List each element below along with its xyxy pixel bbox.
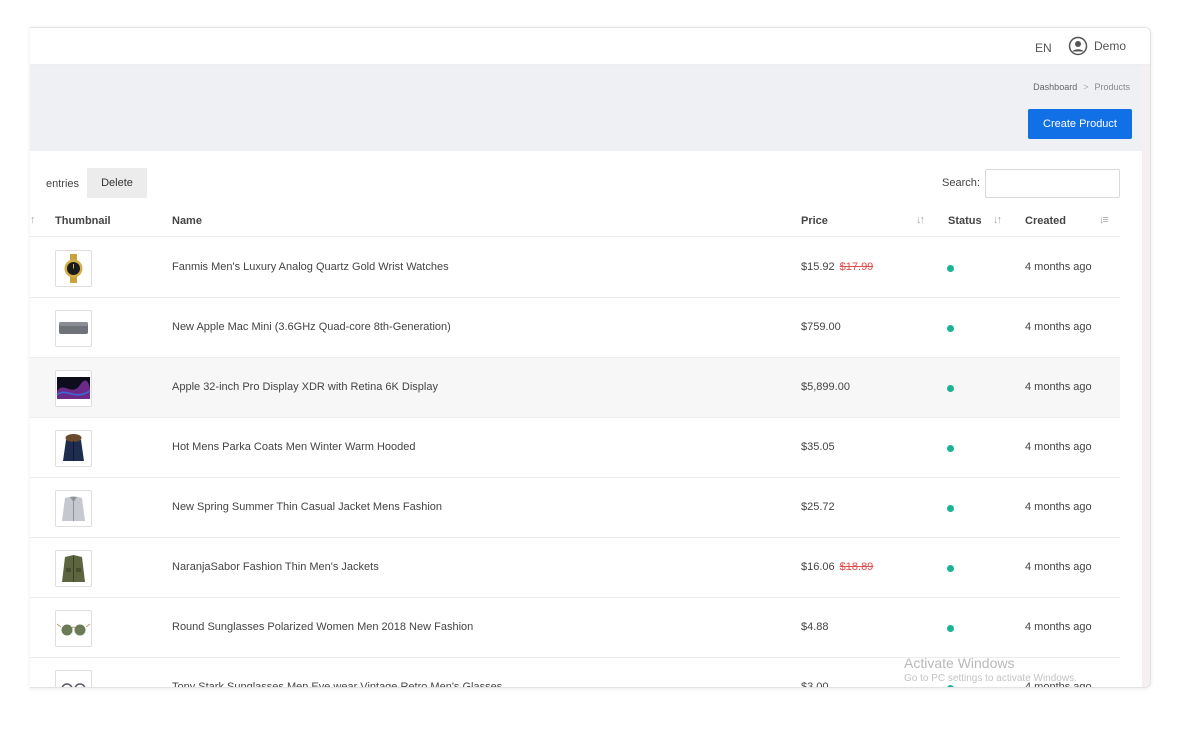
status-dot-icon — [947, 625, 954, 632]
column-thumbnail[interactable]: Thumbnail — [55, 215, 111, 227]
product-name[interactable]: Round Sunglasses Polarized Women Men 201… — [172, 621, 473, 633]
table-row[interactable]: Apple 32-inch Pro Display XDR with Retin… — [30, 358, 1120, 418]
status-dot-icon — [947, 325, 954, 332]
table-row[interactable]: New Apple Mac Mini (3.6GHz Quad-core 8th… — [30, 298, 1120, 358]
current-price: $35.05 — [801, 441, 835, 453]
delete-button[interactable]: Delete — [87, 168, 147, 198]
created-time: 4 months ago — [1025, 441, 1092, 453]
table-row[interactable]: NaranjaSabor Fashion Thin Men's Jackets $… — [30, 538, 1120, 598]
product-thumbnail[interactable] — [55, 550, 92, 587]
old-price: $17.99 — [839, 261, 874, 273]
table-header: ↑ Thumbnail Name Price ↓↑ Status ↓↑ Crea… — [30, 209, 1120, 237]
user-name: Demo — [1094, 39, 1127, 53]
language-switcher[interactable]: EN — [1035, 41, 1052, 55]
breadcrumb-separator: > — [1083, 82, 1089, 92]
table-row[interactable]: Hot Mens Parka Coats Men Winter Warm Hoo… — [30, 418, 1120, 478]
product-price: $3.00 — [801, 681, 829, 688]
watermark-title: Activate Windows — [904, 655, 1015, 671]
created-time: 4 months ago — [1025, 381, 1092, 393]
sort-icon[interactable]: ↓↑ — [916, 214, 925, 226]
product-price: $4.88 — [801, 621, 829, 633]
created-time: 4 months ago — [1025, 621, 1092, 633]
user-circle-icon — [1068, 36, 1088, 56]
status-dot-icon — [947, 685, 954, 687]
old-price: $18.89 — [839, 561, 874, 573]
product-name[interactable]: Fanmis Men's Luxury Analog Quartz Gold W… — [172, 261, 449, 273]
column-name[interactable]: Name — [172, 215, 202, 227]
product-thumbnail[interactable] — [55, 250, 92, 287]
product-name[interactable]: New Spring Summer Thin Casual Jacket Men… — [172, 501, 442, 513]
product-price: $759.00 — [801, 321, 841, 333]
product-thumbnail[interactable] — [55, 610, 92, 647]
column-created[interactable]: Created — [1025, 215, 1066, 227]
status-dot-icon — [947, 445, 954, 452]
product-name[interactable]: New Apple Mac Mini (3.6GHz Quad-core 8th… — [172, 321, 451, 333]
current-price: $759.00 — [801, 321, 841, 333]
column-status[interactable]: Status — [948, 215, 982, 227]
breadcrumb-products: Products — [1094, 82, 1130, 92]
breadcrumb: Dashboard > Products — [1033, 82, 1130, 92]
breadcrumb-dashboard[interactable]: Dashboard — [1033, 82, 1077, 92]
top-navbar: EN Demo — [30, 28, 1150, 65]
product-thumbnail[interactable] — [55, 430, 92, 467]
status-dot-icon — [947, 565, 954, 572]
product-price: $15.92 $17.99 — [801, 261, 873, 273]
product-thumbnail[interactable] — [55, 310, 92, 347]
status-dot-icon — [947, 265, 954, 272]
product-name[interactable]: Tony Stark Sunglasses Men Eye wear Vinta… — [172, 681, 502, 687]
table-row[interactable]: Fanmis Men's Luxury Analog Quartz Gold W… — [30, 238, 1120, 298]
entries-label: entries — [46, 178, 80, 190]
products-table-card: entries Delete Search: ↑ Thumbnail Name … — [30, 151, 1132, 688]
sort-icon[interactable]: ↑ — [30, 214, 35, 226]
current-price: $5,899.00 — [801, 381, 850, 393]
scrollbar-track[interactable] — [1142, 65, 1150, 687]
create-product-button[interactable]: Create Product — [1028, 109, 1132, 139]
product-name[interactable]: Apple 32-inch Pro Display XDR with Retin… — [172, 381, 438, 393]
product-name[interactable]: NaranjaSabor Fashion Thin Men's Jackets — [172, 561, 379, 573]
current-price: $3.00 — [801, 681, 829, 688]
product-thumbnail[interactable] — [55, 370, 92, 407]
sort-icon[interactable]: ↓↑ — [993, 214, 1002, 226]
created-time: 4 months ago — [1025, 321, 1092, 333]
search-input[interactable] — [985, 169, 1120, 198]
current-price: $4.88 — [801, 621, 829, 633]
table-row[interactable]: Round Sunglasses Polarized Women Men 201… — [30, 598, 1120, 658]
column-price[interactable]: Price — [801, 215, 828, 227]
product-price: $35.05 — [801, 441, 835, 453]
status-dot-icon — [947, 385, 954, 392]
app-window: EN Demo Dashboard > Products Create Prod… — [30, 27, 1151, 688]
current-price: $15.92 — [801, 261, 835, 273]
product-thumbnail[interactable] — [55, 490, 92, 527]
watermark-subtitle: Go to PC settings to activate Windows. — [904, 673, 1077, 684]
product-thumbnail[interactable] — [55, 670, 92, 687]
created-time: 4 months ago — [1025, 261, 1092, 273]
page-header: Dashboard > Products Create Product — [30, 65, 1142, 151]
product-price: $16.06 $18.89 — [801, 561, 873, 573]
sort-icon[interactable]: ↓≡ — [1099, 214, 1109, 226]
product-price: $25.72 — [801, 501, 835, 513]
product-name[interactable]: Hot Mens Parka Coats Men Winter Warm Hoo… — [172, 441, 416, 453]
created-time: 4 months ago — [1025, 561, 1092, 573]
current-price: $16.06 — [801, 561, 835, 573]
user-menu[interactable]: Demo — [1068, 36, 1126, 56]
search-label: Search: — [942, 177, 980, 189]
created-time: 4 months ago — [1025, 501, 1092, 513]
product-price: $5,899.00 — [801, 381, 850, 393]
table-row[interactable]: New Spring Summer Thin Casual Jacket Men… — [30, 478, 1120, 538]
current-price: $25.72 — [801, 501, 835, 513]
status-dot-icon — [947, 505, 954, 512]
